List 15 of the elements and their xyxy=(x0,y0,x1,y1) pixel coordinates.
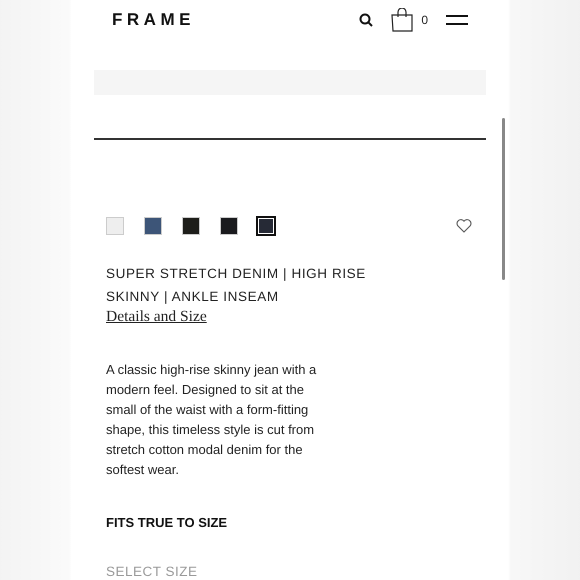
cart-count: 0 xyxy=(421,13,428,27)
search-icon[interactable] xyxy=(359,13,374,27)
color-swatch[interactable] xyxy=(220,216,238,234)
size-label: SELECT SIZE xyxy=(106,564,199,578)
details-link[interactable]: Details and Size xyxy=(106,308,207,326)
color-swatch[interactable] xyxy=(144,216,162,234)
color-swatch[interactable] xyxy=(182,216,200,234)
product-description: A classic high-rise skinny jean with a modern feel. Designed to sit at the small of the waist with a form-fitting shape, this timeless style is cut from stretch cotton modal denim for the softest wear. xyxy=(106,360,318,478)
fit-note: FITS TRUE TO SIZE xyxy=(106,514,228,530)
shopping-bag-icon[interactable] xyxy=(391,8,414,32)
menu-icon[interactable] xyxy=(446,15,468,25)
color-swatch[interactable] xyxy=(106,216,124,234)
logo[interactable]: FRAME xyxy=(112,10,195,30)
product-title: SUPER STRETCH DENIM | HIGH RISE SKINNY | ANKLE INSEAM xyxy=(106,264,367,306)
heart-icon[interactable] xyxy=(456,218,472,232)
